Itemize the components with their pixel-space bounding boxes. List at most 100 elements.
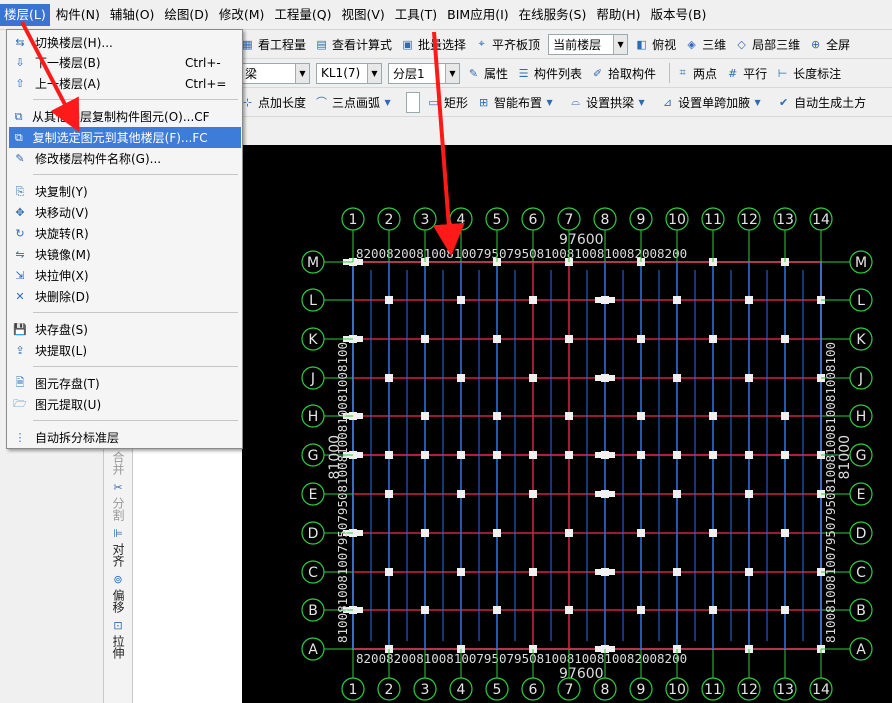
- menu-item-block-mirror[interactable]: ⇋ 块镜像(M): [9, 244, 241, 265]
- menu-3[interactable]: 绘图(D): [160, 4, 212, 26]
- view-quantity-button[interactable]: ▦ 看工程量: [240, 36, 306, 53]
- axis-label-row: B: [856, 603, 866, 619]
- rect-button[interactable]: ▭ 矩形: [426, 94, 468, 111]
- layer-select[interactable]: 分层1 ▼: [388, 62, 460, 84]
- fullscreen-button[interactable]: ⊕ 全屏: [808, 36, 850, 53]
- menu-item-block-delete[interactable]: ✕ 块删除(D): [9, 286, 241, 307]
- column-mark: [745, 451, 753, 459]
- shortcut-label: CF: [194, 109, 210, 124]
- parallel-button[interactable]: # 平行: [725, 65, 767, 82]
- smart-layout-button[interactable]: ⊞ 智能布置 ▼: [476, 94, 560, 111]
- menu-item-block-rotate[interactable]: ↻ 块旋转(R): [9, 223, 241, 244]
- axis-label-row: B: [308, 603, 318, 619]
- menu-item-prev-floor[interactable]: ⇧ 上一楼层(A) Ctrl+=: [9, 73, 241, 94]
- menu-5[interactable]: 工程量(Q): [270, 4, 335, 26]
- menu-item-element-save[interactable]: 🗎 图元存盘(T): [9, 373, 241, 394]
- split-icon: ✂: [113, 480, 123, 494]
- batch-select-button[interactable]: ▣ 批量选择: [400, 36, 466, 53]
- menu-item-rename[interactable]: ✎ 修改楼层构件名称(G)...: [9, 148, 241, 169]
- offset-button[interactable]: ⊚ 偏移: [104, 570, 132, 614]
- batch-select-icon: ▣: [402, 37, 413, 51]
- column-mark: [709, 606, 717, 614]
- menu-item-label: 自动拆分标准层: [35, 431, 120, 445]
- menu-item-block-copy[interactable]: ⎘ 块复制(Y): [9, 181, 241, 202]
- axis-label-row: K: [856, 332, 866, 348]
- menu-8[interactable]: BIM应用(I): [443, 4, 513, 26]
- column-mark: [421, 529, 429, 537]
- column-mark: [529, 568, 537, 576]
- menu-item-switch-floor[interactable]: ⇆ 切换楼层(H)...: [9, 32, 241, 53]
- arc-icon: ⌒: [316, 96, 328, 109]
- stretch-icon: ⊡: [113, 618, 123, 632]
- right-dimension-text: 8100810081007950795081008100810081008100: [823, 342, 838, 643]
- menu-item-copy-to-floor[interactable]: ⧉ 复制选定图元到其他楼层(F)... FC: [9, 127, 241, 148]
- menu-item-split-floor[interactable]: ⋮ 自动拆分标准层: [9, 427, 241, 448]
- separator: [669, 63, 671, 83]
- topview-button[interactable]: ◧ 俯视: [634, 36, 676, 53]
- 3d-button[interactable]: ◈ 三维: [684, 36, 726, 53]
- arc-button[interactable]: ⌒ 三点画弧 ▼: [314, 94, 398, 111]
- two-points-button[interactable]: ⌗ 两点: [675, 65, 717, 82]
- arc-option-select[interactable]: [406, 91, 421, 113]
- menu-4[interactable]: 修改(M): [215, 4, 269, 26]
- menu-6[interactable]: 视图(V): [337, 4, 388, 26]
- menu-separator: [33, 366, 238, 367]
- auto-gen-button[interactable]: ✔ 自动生成土方: [776, 94, 866, 111]
- axis-label-row: A: [856, 642, 866, 658]
- menu-item-block-save[interactable]: 💾 块存盘(S): [9, 319, 241, 340]
- member-type-select[interactable]: 梁 ▼: [240, 62, 310, 84]
- member-list-button[interactable]: ☰ 构件列表: [516, 65, 582, 82]
- axis-label-row: L: [857, 293, 865, 309]
- menu-separator: [33, 99, 238, 100]
- point-length-button[interactable]: ⊹ 点加长度: [240, 94, 306, 111]
- element-extract-icon: 🗁: [13, 397, 27, 410]
- column-mark: [781, 606, 789, 614]
- menu-item-label: 修改楼层构件名称(G)...: [35, 152, 162, 166]
- level-top-button[interactable]: ⌖ 平齐板顶: [474, 36, 540, 53]
- property-button[interactable]: ✎ 属性: [466, 65, 508, 82]
- menu-2[interactable]: 辅轴(O): [106, 4, 159, 26]
- set-span-button[interactable]: ⊿ 设置单跨加腋 ▼: [660, 94, 768, 111]
- merge-button[interactable]: 合并: [104, 451, 132, 475]
- axis-label-col: 7: [565, 682, 574, 698]
- block-rotate-icon: ↻: [15, 227, 25, 240]
- member-name-select[interactable]: KL1(7) ▼: [316, 62, 382, 84]
- menu-11[interactable]: 版本号(B): [647, 4, 711, 26]
- local-3d-button[interactable]: ◇ 局部三维: [734, 36, 800, 53]
- axis-label-col: 1: [349, 212, 358, 228]
- menu-item-copy-from-floor[interactable]: ⧉ 从其他楼层复制构件图元(O)... CF: [9, 106, 241, 127]
- view-formula-button[interactable]: ▤ 查看计算式: [314, 36, 392, 53]
- parallel-icon: #: [727, 66, 738, 80]
- column-mark: [493, 335, 501, 343]
- cad-canvas[interactable]: 8200820081008100795079508100810081008200…: [242, 145, 892, 703]
- align-button[interactable]: ⊫ 对齐: [104, 524, 132, 568]
- menu-7[interactable]: 工具(T): [391, 4, 441, 26]
- menu-item-element-extract[interactable]: 🗁 图元提取(U): [9, 394, 241, 415]
- floor-select[interactable]: 当前楼层 ▼: [548, 33, 629, 55]
- menu-9[interactable]: 在线服务(S): [515, 4, 591, 26]
- pick-member-button[interactable]: ✐ 拾取构件: [590, 65, 656, 82]
- column-mark: [745, 568, 753, 576]
- menu-item-block-extract[interactable]: ⇪ 块提取(L): [9, 340, 241, 361]
- column-mark: [529, 451, 537, 459]
- menu-item-label: 图元存盘(T): [35, 377, 100, 391]
- block-mirror-icon: ⇋: [15, 248, 25, 261]
- stretch-button[interactable]: ⊡ 拉伸: [104, 616, 132, 660]
- menu-0[interactable]: 楼层(L): [0, 3, 50, 26]
- two-points-icon: ⌗: [679, 66, 686, 79]
- cad-drawing: 8200820081008100795079508100810081008200…: [301, 207, 873, 701]
- set-arch-button[interactable]: ⌓ 设置拱梁 ▼: [568, 94, 652, 111]
- length-mark-button[interactable]: ⊢ 长度标注: [775, 65, 841, 82]
- column-mark: [781, 412, 789, 420]
- menu-item-label: 下一楼层(B): [35, 56, 101, 70]
- menu-item-block-move[interactable]: ✥ 块移动(V): [9, 202, 241, 223]
- menu-item-next-floor[interactable]: ⇩ 下一楼层(B) Ctrl+-: [9, 52, 241, 73]
- menu-10[interactable]: 帮助(H): [592, 4, 644, 26]
- axis-label-col: 11: [704, 212, 722, 228]
- block-delete-icon: ✕: [15, 290, 25, 303]
- copy-from-floor-icon: ⧉: [14, 109, 23, 123]
- menu-item-block-stretch[interactable]: ⇲ 块拉伸(X): [9, 265, 241, 286]
- split-button[interactable]: ✂ 分割: [104, 478, 132, 522]
- column-mark: [673, 296, 681, 304]
- menu-1[interactable]: 构件(N): [52, 4, 104, 26]
